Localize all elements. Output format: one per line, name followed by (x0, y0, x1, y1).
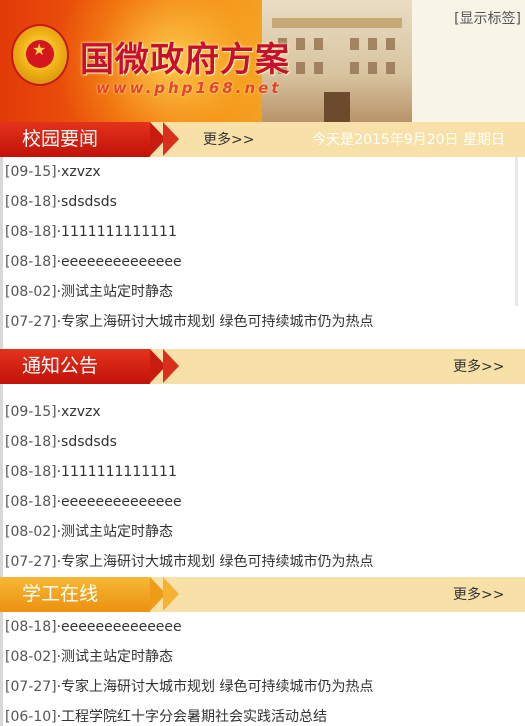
list-item[interactable]: [06-10]·工程学院红十字分会暑期社会实践活动总结 (0, 702, 525, 726)
list-item[interactable]: [08-02]·测试主站定时静态 (0, 642, 525, 672)
list-item[interactable]: [08-02]·测试主站定时静态 (0, 277, 525, 307)
item-date: [07-27] (5, 554, 57, 570)
item-date: [08-18] (5, 254, 57, 270)
list-item[interactable]: [08-18]·eeeeeeeeeeeeee (0, 247, 525, 277)
item-title[interactable]: ·专家上海研讨大城市规划 绿色可持续城市仍为热点 (57, 314, 374, 330)
item-title[interactable]: ·1111111111111 (57, 464, 177, 480)
item-title[interactable]: ·专家上海研讨大城市规划 绿色可持续城市仍为热点 (57, 554, 374, 570)
list-item[interactable]: [09-15]·xzvzx (0, 157, 525, 187)
item-date: [08-18] (5, 494, 57, 510)
news-list-campus: [09-15]·xzvzx [08-18]·sdsdsds [08-18]·11… (0, 157, 525, 337)
item-title[interactable]: ·sdsdsds (57, 434, 117, 450)
news-list-student-affairs: [08-18]·eeeeeeeeeeeeee [08-02]·测试主站定时静态 … (0, 612, 525, 726)
list-item[interactable]: [08-18]·eeeeeeeeeeeeee (0, 487, 525, 517)
item-title[interactable]: ·专家上海研讨大城市规划 绿色可持续城市仍为热点 (57, 679, 374, 695)
national-emblem-icon: ★ (11, 24, 69, 86)
item-date: [09-15] (5, 164, 57, 180)
list-item[interactable]: [07-27]·专家上海研讨大城市规划 绿色可持续城市仍为热点 (0, 547, 525, 577)
more-link[interactable]: 更多>> (453, 585, 504, 605)
item-title[interactable]: ·sdsdsds (57, 194, 117, 210)
list-item[interactable]: [07-27]·专家上海研讨大城市规划 绿色可持续城市仍为热点 (0, 307, 525, 337)
list-item[interactable]: [07-27]·专家上海研讨大城市规划 绿色可持续城市仍为热点 (0, 672, 525, 702)
list-item[interactable]: [08-18]·1111111111111 (0, 457, 525, 487)
item-date: [08-18] (5, 194, 57, 210)
item-date: [07-27] (5, 314, 57, 330)
list-item[interactable]: [08-18]·sdsdsds (0, 427, 525, 457)
item-date: [09-15] (5, 404, 57, 420)
item-date: [08-02] (5, 524, 57, 540)
more-link[interactable]: 更多>> (203, 130, 254, 150)
item-title[interactable]: ·测试主站定时静态 (57, 284, 173, 300)
header-banner: ★ 国微政府方案 www.php168.net (0, 0, 412, 122)
section-header-campus-news: 校园要闻 更多>> 今天是2015年9月20日 星期日 (0, 122, 525, 157)
item-title[interactable]: ·测试主站定时静态 (57, 524, 173, 540)
item-title[interactable]: ·1111111111111 (57, 224, 177, 240)
section-header-notices: 通知公告 更多>> (0, 349, 525, 384)
item-date: [08-18] (5, 619, 57, 635)
item-date: [08-02] (5, 284, 57, 300)
more-link[interactable]: 更多>> (453, 357, 504, 377)
section-title: 学工在线 (22, 583, 99, 605)
item-title[interactable]: ·eeeeeeeeeeeeee (57, 494, 182, 510)
list-item[interactable]: [08-18]·1111111111111 (0, 217, 525, 247)
item-title[interactable]: ·eeeeeeeeeeeeee (57, 254, 182, 270)
item-date: [08-18] (5, 224, 57, 240)
item-date: [08-18] (5, 464, 57, 480)
item-date: [06-10] (5, 709, 57, 725)
item-title[interactable]: ·xzvzx (57, 164, 101, 180)
chevron-right-icon (163, 122, 179, 156)
list-item[interactable]: [08-02]·测试主站定时静态 (0, 517, 525, 547)
item-date: [08-18] (5, 434, 57, 450)
item-date: [08-02] (5, 649, 57, 665)
item-title[interactable]: ·eeeeeeeeeeeeee (57, 619, 182, 635)
today-date: 今天是2015年9月20日 星期日 (312, 132, 505, 148)
news-list-notices: [09-15]·xzvzx [08-18]·sdsdsds [08-18]·11… (0, 397, 525, 577)
item-date: [07-27] (5, 679, 57, 695)
site-url: www.php168.net (96, 79, 282, 97)
chevron-right-icon (163, 349, 179, 383)
section-title: 校园要闻 (22, 128, 99, 150)
list-item[interactable]: [09-15]·xzvzx (0, 397, 525, 427)
item-title[interactable]: ·工程学院红十字分会暑期社会实践活动总结 (57, 709, 327, 725)
chevron-right-icon (163, 577, 179, 611)
show-tags-link[interactable]: [显示标签] (454, 8, 521, 28)
section-header-student-affairs: 学工在线 更多>> (0, 577, 525, 612)
list-item[interactable]: [08-18]·eeeeeeeeeeeeee (0, 612, 525, 642)
list-item[interactable]: [08-18]·sdsdsds (0, 187, 525, 217)
item-title[interactable]: ·xzvzx (57, 404, 101, 420)
site-header: ★ 国微政府方案 www.php168.net [显示标签] (0, 0, 525, 122)
item-title[interactable]: ·测试主站定时静态 (57, 649, 173, 665)
section-title: 通知公告 (22, 355, 99, 377)
site-title: 国微政府方案 (80, 40, 290, 80)
